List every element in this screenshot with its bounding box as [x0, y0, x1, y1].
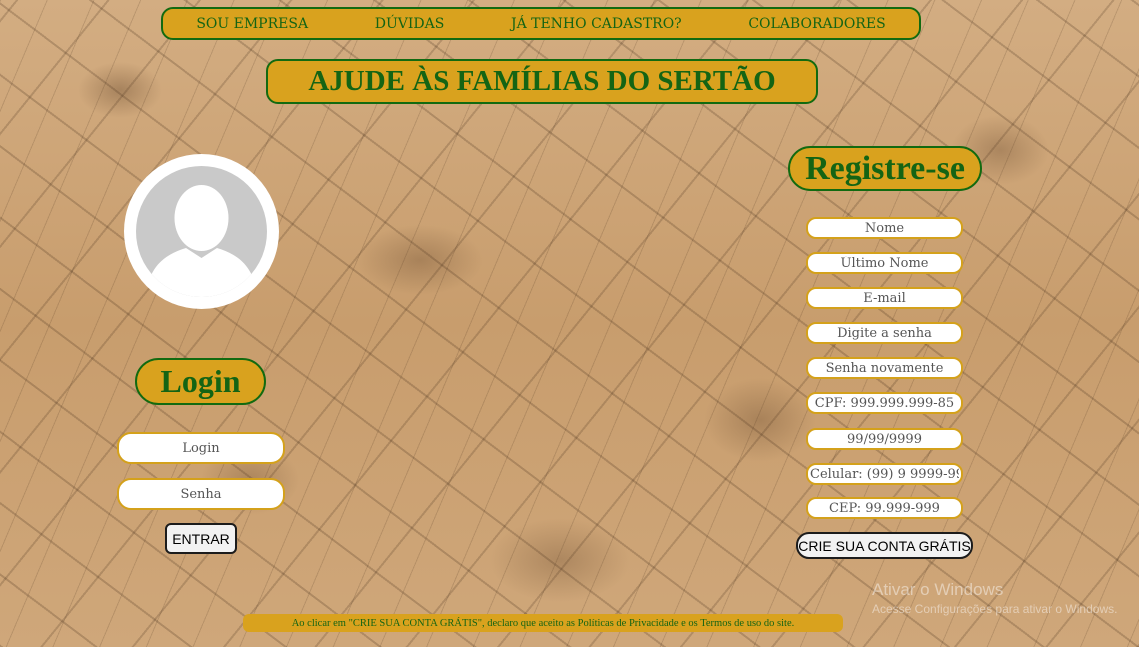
nav-duvidas[interactable]: DÚVIDAS — [375, 16, 445, 32]
register-heading: Registre-se — [788, 146, 982, 191]
page-title: AJUDE ÀS FAMÍLIAS DO SERTÃO — [266, 59, 818, 104]
enter-button[interactable]: ENTRAR — [165, 523, 237, 554]
avatar — [124, 154, 279, 309]
terms-disclaimer: Ao clicar em "CRIE SUA CONTA GRÁTIS", de… — [243, 614, 843, 632]
nav-sou-empresa[interactable]: SOU EMPRESA — [196, 16, 308, 32]
create-account-button[interactable]: CRIE SUA CONTA GRÁTIS — [796, 532, 973, 559]
top-nav: SOU EMPRESA DÚVIDAS JÁ TENHO CADASTRO? C… — [161, 7, 921, 40]
watermark-title: Ativar o Windows — [872, 580, 1004, 599]
birthdate-field[interactable] — [806, 428, 963, 450]
cpf-field[interactable] — [806, 392, 963, 414]
first-name-field[interactable] — [806, 217, 963, 239]
confirm-password-field[interactable] — [806, 357, 963, 379]
password-input[interactable] — [117, 478, 285, 510]
login-input[interactable] — [117, 432, 285, 464]
last-name-field[interactable] — [806, 252, 963, 274]
windows-activation-watermark: Ativar o Windows Acesse Configurações pa… — [872, 580, 1132, 616]
password-field[interactable] — [806, 322, 963, 344]
nav-colaboradores[interactable]: COLABORADORES — [748, 16, 885, 32]
cep-field[interactable] — [806, 497, 963, 519]
nav-ja-tenho-cadastro[interactable]: JÁ TENHO CADASTRO? — [511, 16, 682, 32]
phone-field[interactable] — [806, 463, 963, 485]
login-heading: Login — [135, 358, 266, 405]
email-field[interactable] — [806, 287, 963, 309]
watermark-subtitle: Acesse Configurações para ativar o Windo… — [872, 602, 1118, 616]
user-placeholder-icon — [136, 166, 267, 297]
